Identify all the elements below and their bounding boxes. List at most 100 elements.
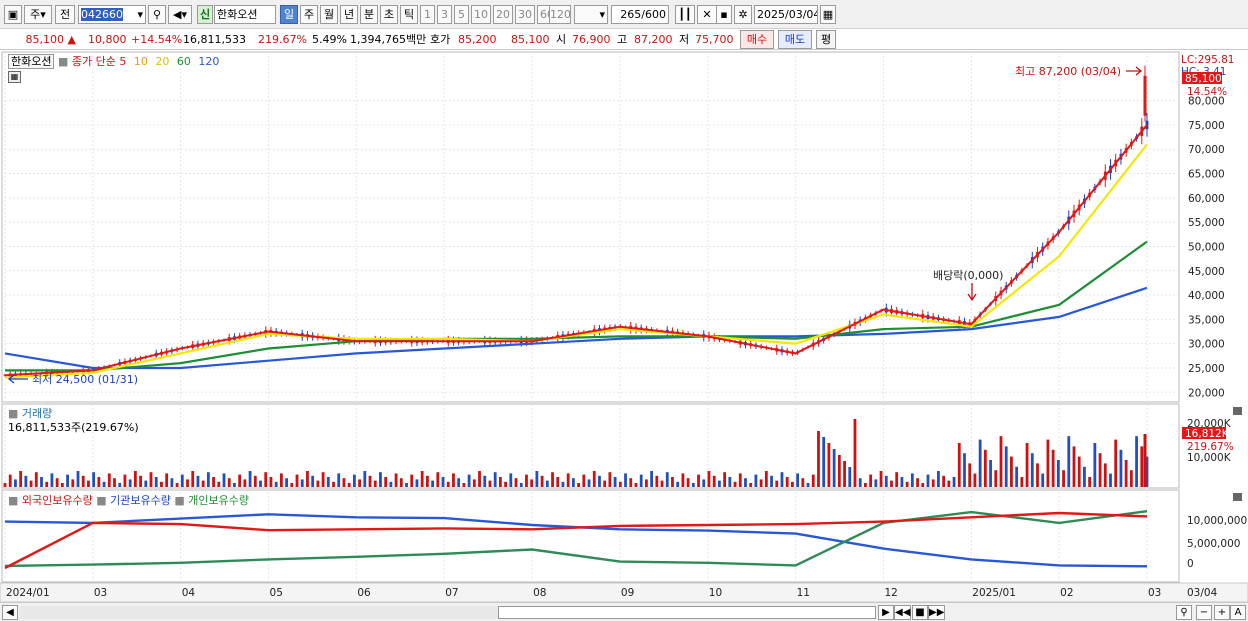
legend-individual[interactable]: 개인보유수량 <box>188 494 249 507</box>
volume-bar <box>822 437 826 487</box>
volume-bar <box>608 472 612 487</box>
volume-bar <box>1062 470 1065 487</box>
legend-ma-60[interactable]: 60 <box>177 55 191 68</box>
type-select[interactable]: 주▾ <box>24 5 52 24</box>
legend-ma-label: 종가 단순 <box>71 55 116 68</box>
volume-bar <box>650 471 654 487</box>
period-week[interactable]: 주 <box>300 5 318 24</box>
legend-stock-name[interactable]: 한화오션 <box>8 54 55 69</box>
volume-bar <box>728 477 732 487</box>
volume-bar <box>718 480 721 487</box>
period-year[interactable]: 년 <box>340 5 358 24</box>
prev-button[interactable]: 전 <box>55 5 75 24</box>
volume-bar <box>759 479 763 487</box>
volume-bar <box>394 473 398 487</box>
volume-bar <box>128 479 132 487</box>
scroll-track[interactable] <box>20 606 498 619</box>
volume-bar <box>655 475 659 487</box>
volume-bar <box>1036 463 1039 487</box>
font-size-icon[interactable]: A <box>1230 605 1246 620</box>
volume-bar <box>1030 453 1034 487</box>
scroll-thumb[interactable] <box>498 606 876 619</box>
play-icon[interactable]: ▶▶ <box>928 605 946 620</box>
volume-bar <box>535 471 539 487</box>
speaker-icon[interactable]: ◀▾ <box>168 5 192 24</box>
stop-icon[interactable]: ■ <box>912 605 928 620</box>
indicator-icon[interactable]: ✕ <box>697 5 717 24</box>
price-chart[interactable]: 80,00075,00070,00065,00060,00055,00050,0… <box>0 50 1248 603</box>
interval-120[interactable]: 120 <box>549 5 571 24</box>
scroll-left-icon[interactable]: ◀ <box>2 605 18 620</box>
volume-bar <box>60 483 64 487</box>
period-tick[interactable]: 틱 <box>400 5 418 24</box>
interval-5[interactable]: 5 <box>454 5 469 24</box>
volume-bar <box>1041 473 1045 487</box>
volume-bar <box>144 480 148 487</box>
low-price: 75,700 <box>695 33 734 46</box>
ask-price: 85,200 <box>458 33 497 46</box>
volume-bar <box>1025 443 1029 487</box>
period-second[interactable]: 초 <box>380 5 398 24</box>
legend-square-icon: ■ <box>8 494 19 507</box>
first-icon[interactable]: ◀◀ <box>894 605 912 620</box>
interval-10[interactable]: 10 <box>471 5 491 24</box>
gear-icon[interactable]: ✲ <box>734 5 752 24</box>
zoom-icon[interactable]: ⚲ <box>1176 605 1192 620</box>
window-menu-icon[interactable]: ▣ <box>4 5 22 24</box>
stock-code-input[interactable]: 042660 ▾ <box>78 5 146 24</box>
high-price: 87,200 <box>634 33 673 46</box>
period-minute[interactable]: 분 <box>360 5 378 24</box>
period-month[interactable]: 월 <box>320 5 338 24</box>
volume-bar <box>999 436 1003 487</box>
interval-20[interactable]: 20 <box>493 5 513 24</box>
volume-bar <box>133 471 137 487</box>
volume-bar <box>869 474 873 487</box>
stock-name-field[interactable]: 한화오션 <box>214 5 276 24</box>
legend-institution[interactable]: 기관보유수량 <box>110 494 171 507</box>
date-field[interactable]: 2025/03/04 <box>754 5 818 24</box>
legend-ma-20[interactable]: 20 <box>155 55 169 68</box>
volume-bar <box>431 480 434 487</box>
volume-bar <box>472 479 476 487</box>
date-tick-label: 03 <box>94 587 107 599</box>
price-tick-label: 35,000 <box>1188 314 1225 326</box>
holder-close-icon[interactable] <box>1233 493 1242 501</box>
calendar-icon[interactable]: ▦ <box>820 5 836 24</box>
date-tick-label: 07 <box>445 587 458 599</box>
volume-bar <box>373 480 377 487</box>
scroll-right-icon[interactable]: ▶ <box>878 605 894 620</box>
interval-custom-select[interactable]: ▾ <box>574 5 608 24</box>
sell-button[interactable]: 매도 <box>778 30 812 49</box>
legend-ma-10[interactable]: 10 <box>134 55 148 68</box>
evaluate-button[interactable]: 평 <box>816 30 836 49</box>
volume-bar <box>561 481 565 487</box>
volume-bar <box>660 480 664 487</box>
period-day[interactable]: 일 <box>280 5 298 24</box>
legend-ma-5[interactable]: 5 <box>119 55 126 68</box>
legend-ma-120[interactable]: 120 <box>198 55 219 68</box>
count-field[interactable]: 265/600 <box>611 5 669 24</box>
volume-bar <box>770 475 773 487</box>
candle-type-icon[interactable]: ┃┃ <box>675 5 695 24</box>
zoom-out-icon[interactable]: − <box>1196 605 1212 620</box>
holder-tick-0: 0 <box>1187 558 1194 570</box>
volume-bar <box>102 481 106 487</box>
stock-code-value: 042660 <box>81 8 123 21</box>
legend-foreign[interactable]: 외국인보유수량 <box>22 494 93 507</box>
low-label: 저 <box>679 33 690 46</box>
volume-bar <box>92 472 96 487</box>
volume-bar <box>723 472 727 487</box>
save-icon[interactable]: ▪ <box>716 5 732 24</box>
search-icon[interactable]: ⚲ <box>148 5 166 24</box>
volume-close-icon[interactable] <box>1233 407 1242 415</box>
volume-bar <box>410 474 414 487</box>
interval-3[interactable]: 3 <box>437 5 452 24</box>
buy-button[interactable]: 매수 <box>740 30 774 49</box>
table-toggle-icon[interactable]: ▦ <box>8 71 21 83</box>
interval-30[interactable]: 30 <box>515 5 535 24</box>
volume-bar <box>697 474 700 487</box>
chart-scrollbar[interactable]: ◀ ▶ ◀◀ ■ ▶▶ ⚲ − + A <box>0 602 1248 621</box>
interval-1[interactable]: 1 <box>420 5 435 24</box>
volume-tick-20000k: 20,000K <box>1187 418 1232 430</box>
zoom-in-icon[interactable]: + <box>1214 605 1230 620</box>
